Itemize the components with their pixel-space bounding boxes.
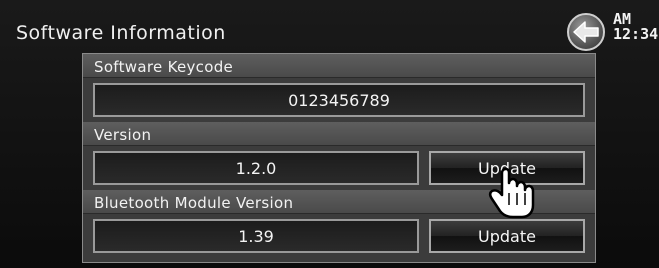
bluetooth-section: 1.39 Update xyxy=(83,214,595,262)
bluetooth-value: 1.39 xyxy=(93,219,419,253)
screen: Software Information AM 12:34 Software K… xyxy=(0,0,659,268)
back-arrow-icon xyxy=(573,21,599,43)
back-button[interactable] xyxy=(567,13,605,51)
info-panel: Software Keycode 0123456789 Version 1.2.… xyxy=(82,53,596,263)
title-bar: Software Information AM 12:34 xyxy=(0,0,659,51)
clock: AM 12:34 xyxy=(613,12,659,42)
page-title: Software Information xyxy=(16,22,226,44)
version-label: Version xyxy=(83,122,595,146)
bluetooth-update-button[interactable]: Update xyxy=(429,219,585,253)
keycode-label: Software Keycode xyxy=(83,54,595,78)
keycode-section: 0123456789 xyxy=(83,78,595,122)
keycode-value: 0123456789 xyxy=(93,83,585,117)
clock-time: 12:34 xyxy=(613,25,659,42)
hand-pointer-icon xyxy=(488,167,535,219)
version-value: 1.2.0 xyxy=(93,151,419,185)
